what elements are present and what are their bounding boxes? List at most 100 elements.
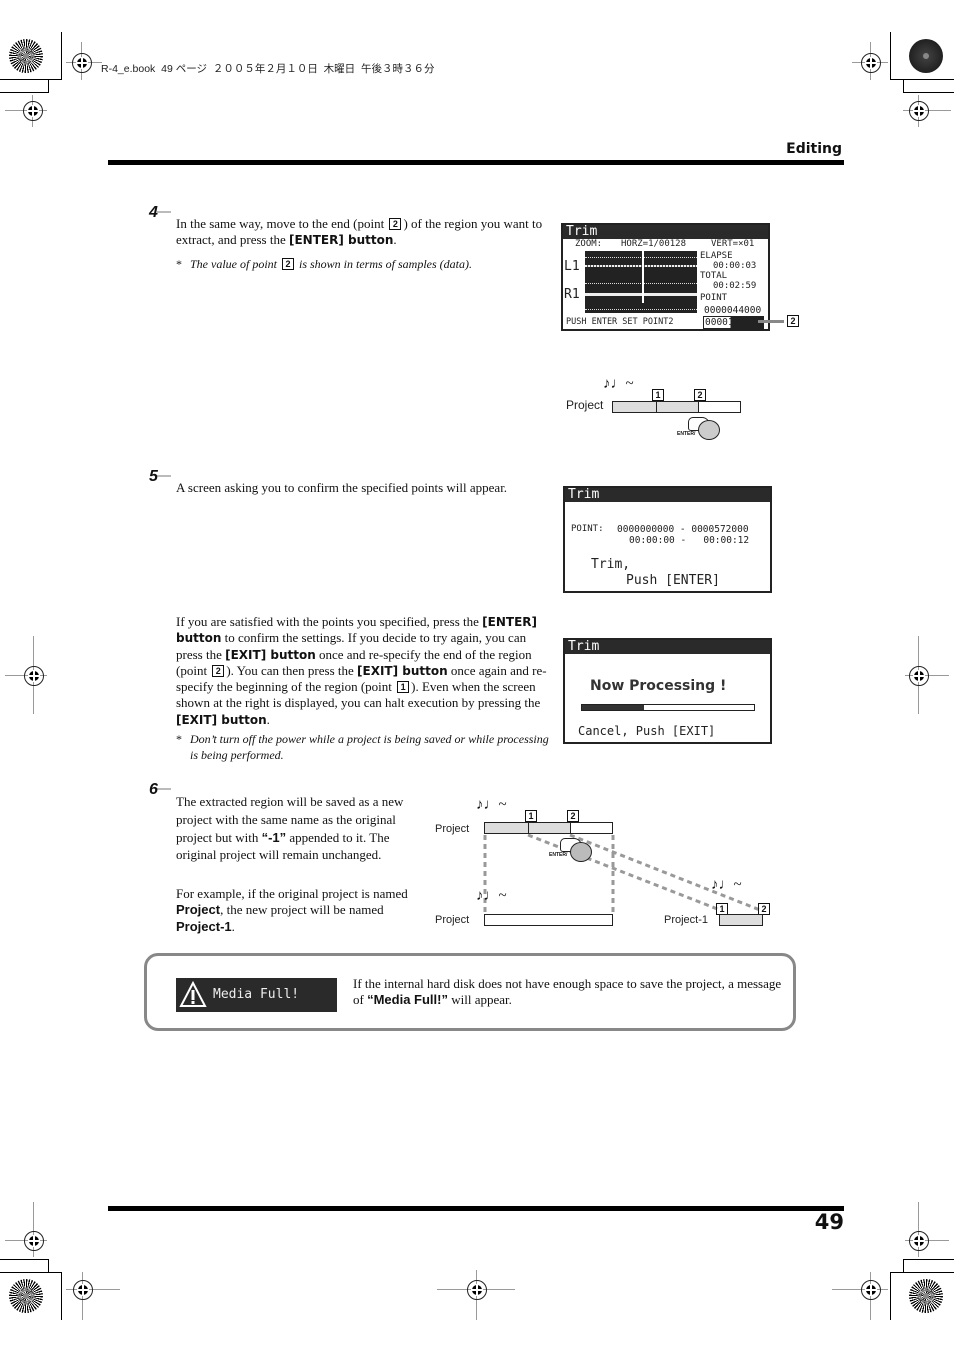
lcd-point2-value: 0000176000 [703,316,765,329]
footer-rule [108,1206,844,1211]
registration-mark-icon [909,666,929,686]
crop-line [903,1259,954,1260]
warning-icon [179,981,207,1007]
exit-button-ref: [EXIT] button [176,712,267,727]
project-timeline-bar [612,401,741,413]
lcd-total-label: TOTAL [700,271,728,281]
point-2-divider [570,823,571,833]
lcd-media-full: Media Full! [176,978,337,1012]
lcd-processing-message: Now Processing ! [590,678,727,694]
crop-line [48,1259,49,1273]
callout-point-2: 2 [787,315,799,327]
text: . [231,918,235,934]
crop-line [48,79,49,93]
crop-line [903,92,954,93]
crop-line [0,79,62,80]
media-full-info-box: Media Full! If the internal hard disk do… [144,953,796,1031]
lcd-range-time: 00:00:00 - 00:00:12 [629,535,750,546]
registration-mark-icon [24,666,44,686]
point-1-ref: 1 [397,681,410,694]
text: is shown in terms of samples (data). [296,257,473,271]
text: Don’t turn off the power while a project… [190,732,549,762]
registration-target-icon [909,39,943,73]
enter-button-ref: [ENTER] button [288,233,394,248]
crop-line [0,1272,62,1273]
callout-line [758,320,784,323]
registration-target-icon [9,1279,43,1313]
new-project-label: Project-1 [664,914,709,926]
point-1-divider [528,823,529,833]
lcd-elapse-value: 00:00:03 [713,261,757,271]
lcd-point-label: POINT [700,293,728,303]
step-number-6: 6 [149,781,158,798]
lcd-title: Trim [565,640,770,654]
project-label: Project [566,398,604,412]
lcd-footer-prompt: PUSH ENTER SET POINT2 [566,317,674,327]
media-full-ref: “Media Full!” [367,992,448,1008]
enter-button-label: ENTER/ [549,852,568,858]
music-note-icon: ♪♩~ [711,877,742,893]
crop-line [903,79,904,93]
lcd-channel-r: R1 [564,287,580,302]
lcd-point-label: POINT: [571,524,604,534]
crop-line [903,1259,904,1273]
waveform-display [585,251,697,313]
marker-2: 2 [567,810,579,822]
text: In the same way, move to the end (point [176,216,388,231]
text: ). You can then press the [226,662,358,678]
marker-1: 1 [652,389,664,401]
crop-line [61,32,62,80]
wave-dots [585,283,697,284]
crop-line [890,79,954,80]
confirm-paragraph: If you are satisfied with the points you… [176,614,550,728]
registration-mark-icon [24,1231,44,1251]
registration-mark-icon [467,1280,487,1300]
music-note-icon: ♪♩~ [476,797,507,813]
text: . [266,711,270,727]
crop-line [890,1272,891,1320]
project-label-top: Project [435,823,470,835]
point-2-ref: 2 [389,218,402,230]
registration-mark-icon [861,53,881,73]
crop-line [61,1272,62,1320]
step-number-5: 5 [149,468,158,485]
asterisk: * [176,257,182,271]
lcd-trim-confirm: Trim POINT: 0000000000 - 0000572000 00:0… [563,486,772,593]
lcd-push-enter: Push [ENTER] [626,573,720,588]
registration-mark-icon [861,1280,881,1300]
registration-mark-icon [23,101,43,121]
new-project-bar [719,914,763,926]
lcd-title: Trim [565,488,770,502]
step-tick [157,788,171,790]
lcd-range-samples: 0000000000 - 0000572000 [617,524,749,535]
lcd-processing: Trim Now Processing ! Cancel, Push [EXIT… [563,638,772,744]
pressing-finger-icon [570,842,592,862]
lcd-horz: HORZ=1/00128 [621,239,687,249]
step-4-text: In the same way, move to the end (point … [176,216,546,249]
lcd-channel-l: L1 [564,259,580,274]
power-warning-note: * Don’t turn off the power while a projec… [176,731,550,763]
exit-button-ref: [EXIT] button [357,663,448,678]
header-rule [108,160,844,165]
print-slug: R-4_e.book 49 ページ ２００５年２月１０日 木曜日 午後３時３６分 [101,63,435,75]
lcd-media-full-message: Media Full! [213,987,300,1002]
step-tick [157,211,171,213]
project-name-ref: Project [176,902,221,918]
text: will appear. [447,992,512,1008]
lcd-trim-waveform: Trim ZOOM: HORZ=1/00128 VERT=×01 L1 R1 E… [561,223,770,331]
wave-r [585,293,697,296]
suffix-ref: “-1” [261,829,287,845]
lcd-zoom: ZOOM: [575,239,603,249]
wave-l [585,265,697,267]
progress-bar [581,704,755,711]
point-2-ref: 2 [212,664,225,677]
registration-mark-icon [72,53,92,73]
marker-2: 2 [694,389,706,401]
text: . [393,232,397,248]
pressing-finger-icon [698,420,720,440]
lcd-cancel-prompt: Cancel, Push [EXIT] [578,724,716,738]
playhead-cursor [642,251,644,303]
lcd-trim-line: Trim, [591,557,631,572]
wave-dots [585,257,697,258]
text: The value of point [190,257,280,271]
